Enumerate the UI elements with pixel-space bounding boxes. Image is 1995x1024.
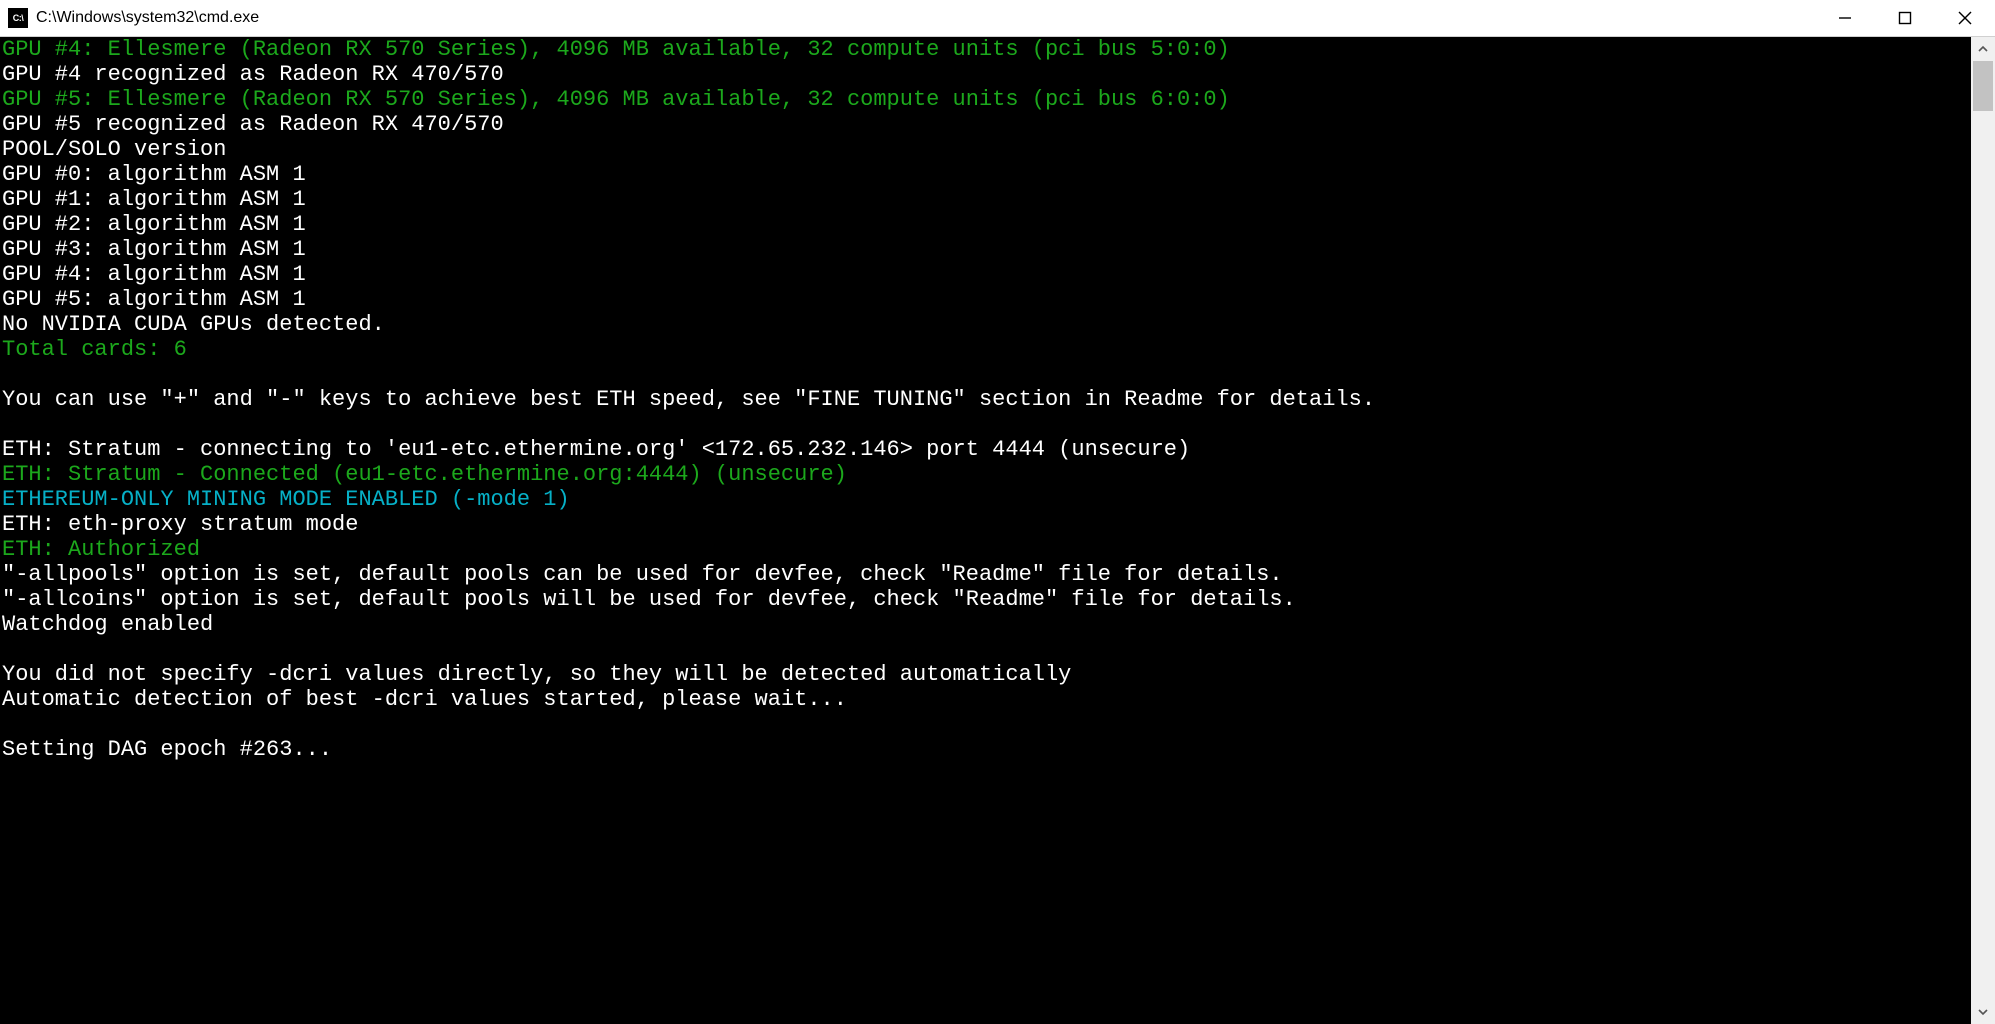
terminal-line: ETH: Stratum - connecting to 'eu1-etc.et… (2, 437, 1969, 462)
terminal-line: GPU #4: algorithm ASM 1 (2, 262, 1969, 287)
terminal-output[interactable]: GPU #4: Ellesmere (Radeon RX 570 Series)… (0, 37, 1971, 1024)
chevron-up-icon (1977, 43, 1989, 55)
terminal-line: GPU #4 recognized as Radeon RX 470/570 (2, 62, 1969, 87)
window-controls (1815, 0, 1995, 36)
terminal-line: ETH: Stratum - Connected (eu1-etc.etherm… (2, 462, 1969, 487)
terminal-line: Automatic detection of best -dcri values… (2, 687, 1969, 712)
terminal-line (2, 712, 1969, 737)
terminal-line: Total cards: 6 (2, 337, 1969, 362)
terminal-line: GPU #1: algorithm ASM 1 (2, 187, 1969, 212)
terminal-line: ETH: eth-proxy stratum mode (2, 512, 1969, 537)
terminal-line: No NVIDIA CUDA GPUs detected. (2, 312, 1969, 337)
terminal-line: "-allpools" option is set, default pools… (2, 562, 1969, 587)
terminal-line (2, 412, 1969, 437)
terminal-line: GPU #4: Ellesmere (Radeon RX 570 Series)… (2, 37, 1969, 62)
terminal-line: Watchdog enabled (2, 612, 1969, 637)
terminal-line (2, 362, 1969, 387)
terminal-line: Setting DAG epoch #263... (2, 737, 1969, 762)
chevron-down-icon (1977, 1006, 1989, 1018)
terminal-line: GPU #3: algorithm ASM 1 (2, 237, 1969, 262)
terminal-line: ETH: Authorized (2, 537, 1969, 562)
vertical-scrollbar[interactable] (1971, 37, 1995, 1024)
minimize-button[interactable] (1815, 0, 1875, 36)
terminal-line (2, 637, 1969, 662)
cmd-icon: C:\ (8, 8, 28, 28)
terminal-line: GPU #2: algorithm ASM 1 (2, 212, 1969, 237)
maximize-button[interactable] (1875, 0, 1935, 36)
close-button[interactable] (1935, 0, 1995, 36)
minimize-icon (1838, 11, 1852, 25)
terminal-area: GPU #4: Ellesmere (Radeon RX 570 Series)… (0, 37, 1995, 1024)
scrollbar-track[interactable] (1971, 61, 1995, 1000)
scrollbar-thumb[interactable] (1973, 61, 1993, 111)
window-titlebar: C:\ C:\Windows\system32\cmd.exe (0, 0, 1995, 37)
maximize-icon (1898, 11, 1912, 25)
window-title: C:\Windows\system32\cmd.exe (36, 9, 1815, 27)
terminal-line: ETHEREUM-ONLY MINING MODE ENABLED (-mode… (2, 487, 1969, 512)
terminal-line: GPU #5 recognized as Radeon RX 470/570 (2, 112, 1969, 137)
terminal-line: GPU #5: Ellesmere (Radeon RX 570 Series)… (2, 87, 1969, 112)
terminal-line: You can use "+" and "-" keys to achieve … (2, 387, 1969, 412)
terminal-line: GPU #0: algorithm ASM 1 (2, 162, 1969, 187)
terminal-line: POOL/SOLO version (2, 137, 1969, 162)
terminal-line: You did not specify -dcri values directl… (2, 662, 1969, 687)
terminal-line: GPU #5: algorithm ASM 1 (2, 287, 1969, 312)
close-icon (1958, 11, 1972, 25)
scroll-up-button[interactable] (1971, 37, 1995, 61)
scroll-down-button[interactable] (1971, 1000, 1995, 1024)
terminal-line: "-allcoins" option is set, default pools… (2, 587, 1969, 612)
